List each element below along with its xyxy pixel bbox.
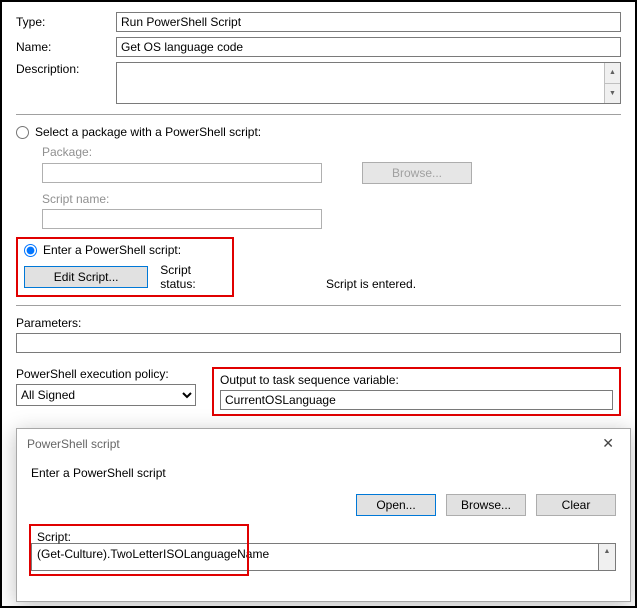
description-row: Description: ▲ ▼ [16, 62, 621, 104]
script-highlight: Script: [29, 524, 249, 576]
type-row: Type: [16, 12, 621, 32]
close-icon[interactable]: ✕ [596, 435, 620, 452]
edit-script-row: Edit Script... Script status: [24, 263, 226, 291]
edit-script-button[interactable]: Edit Script... [24, 266, 148, 288]
package-field [42, 163, 322, 183]
enter-script-highlight: Enter a PowerShell script: Edit Script..… [16, 237, 234, 297]
open-button[interactable]: Open... [356, 494, 436, 516]
script-name-label: Script name: [42, 192, 621, 206]
package-group: Package: Browse... Script name: [16, 145, 621, 229]
parameters-label: Parameters: [16, 316, 621, 330]
clear-button[interactable]: Clear [536, 494, 616, 516]
type-label: Type: [16, 15, 116, 29]
main-panel: Type: Name: Description: ▲ ▼ Select a pa… [2, 2, 635, 464]
name-field[interactable] [116, 37, 621, 57]
description-field[interactable] [117, 63, 604, 103]
script-name-field [42, 209, 322, 229]
policy-output-row: PowerShell execution policy: All Signed … [16, 367, 621, 416]
name-row: Name: [16, 37, 621, 57]
separator [16, 114, 621, 115]
scroll-up-icon[interactable]: ▲ [605, 63, 620, 84]
radio-enter-script-row[interactable]: Enter a PowerShell script: [24, 243, 226, 257]
description-label: Description: [16, 62, 116, 76]
policy-select[interactable]: All Signed [16, 384, 196, 406]
powershell-script-dialog: PowerShell script ✕ Enter a PowerShell s… [16, 428, 631, 602]
policy-label: PowerShell execution policy: [16, 367, 196, 381]
dialog-title: PowerShell script [27, 437, 120, 451]
package-browse-button: Browse... [362, 162, 472, 184]
parameters-field[interactable] [16, 333, 621, 353]
scroll-down-icon[interactable]: ▼ [605, 84, 620, 104]
radio-enter-script-label: Enter a PowerShell script: [43, 243, 181, 257]
package-label: Package: [42, 145, 621, 159]
radio-select-package-row[interactable]: Select a package with a PowerShell scrip… [16, 125, 621, 139]
dialog-button-row: Open... Browse... Clear [31, 494, 616, 516]
script-label: Script: [37, 530, 241, 544]
type-field[interactable] [116, 12, 621, 32]
radio-enter-script[interactable] [24, 244, 37, 257]
script-status-label: Script status: [160, 263, 226, 291]
scroll-up-icon[interactable]: ▲ [599, 544, 615, 558]
dialog-titlebar: PowerShell script ✕ [17, 429, 630, 458]
script-hl-spacer [37, 547, 241, 569]
separator-2 [16, 305, 621, 306]
script-status-value: Script is entered. [326, 277, 621, 291]
description-wrap: ▲ ▼ [116, 62, 621, 104]
name-label: Name: [16, 40, 116, 54]
script-scroll[interactable]: ▲ [599, 543, 616, 571]
dialog-prompt: Enter a PowerShell script [31, 466, 616, 480]
radio-select-package-label: Select a package with a PowerShell scrip… [35, 125, 261, 139]
policy-col: PowerShell execution policy: All Signed [16, 367, 196, 406]
output-col: Output to task sequence variable: [212, 367, 621, 416]
output-field[interactable] [220, 390, 613, 410]
output-highlight: Output to task sequence variable: [212, 367, 621, 416]
parameters-row: Parameters: [16, 316, 621, 353]
dialog-browse-button[interactable]: Browse... [446, 494, 526, 516]
radio-select-package[interactable] [16, 126, 29, 139]
dialog-body: Enter a PowerShell script Open... Browse… [17, 458, 630, 601]
description-scroll[interactable]: ▲ ▼ [604, 63, 620, 103]
output-label: Output to task sequence variable: [220, 373, 613, 387]
